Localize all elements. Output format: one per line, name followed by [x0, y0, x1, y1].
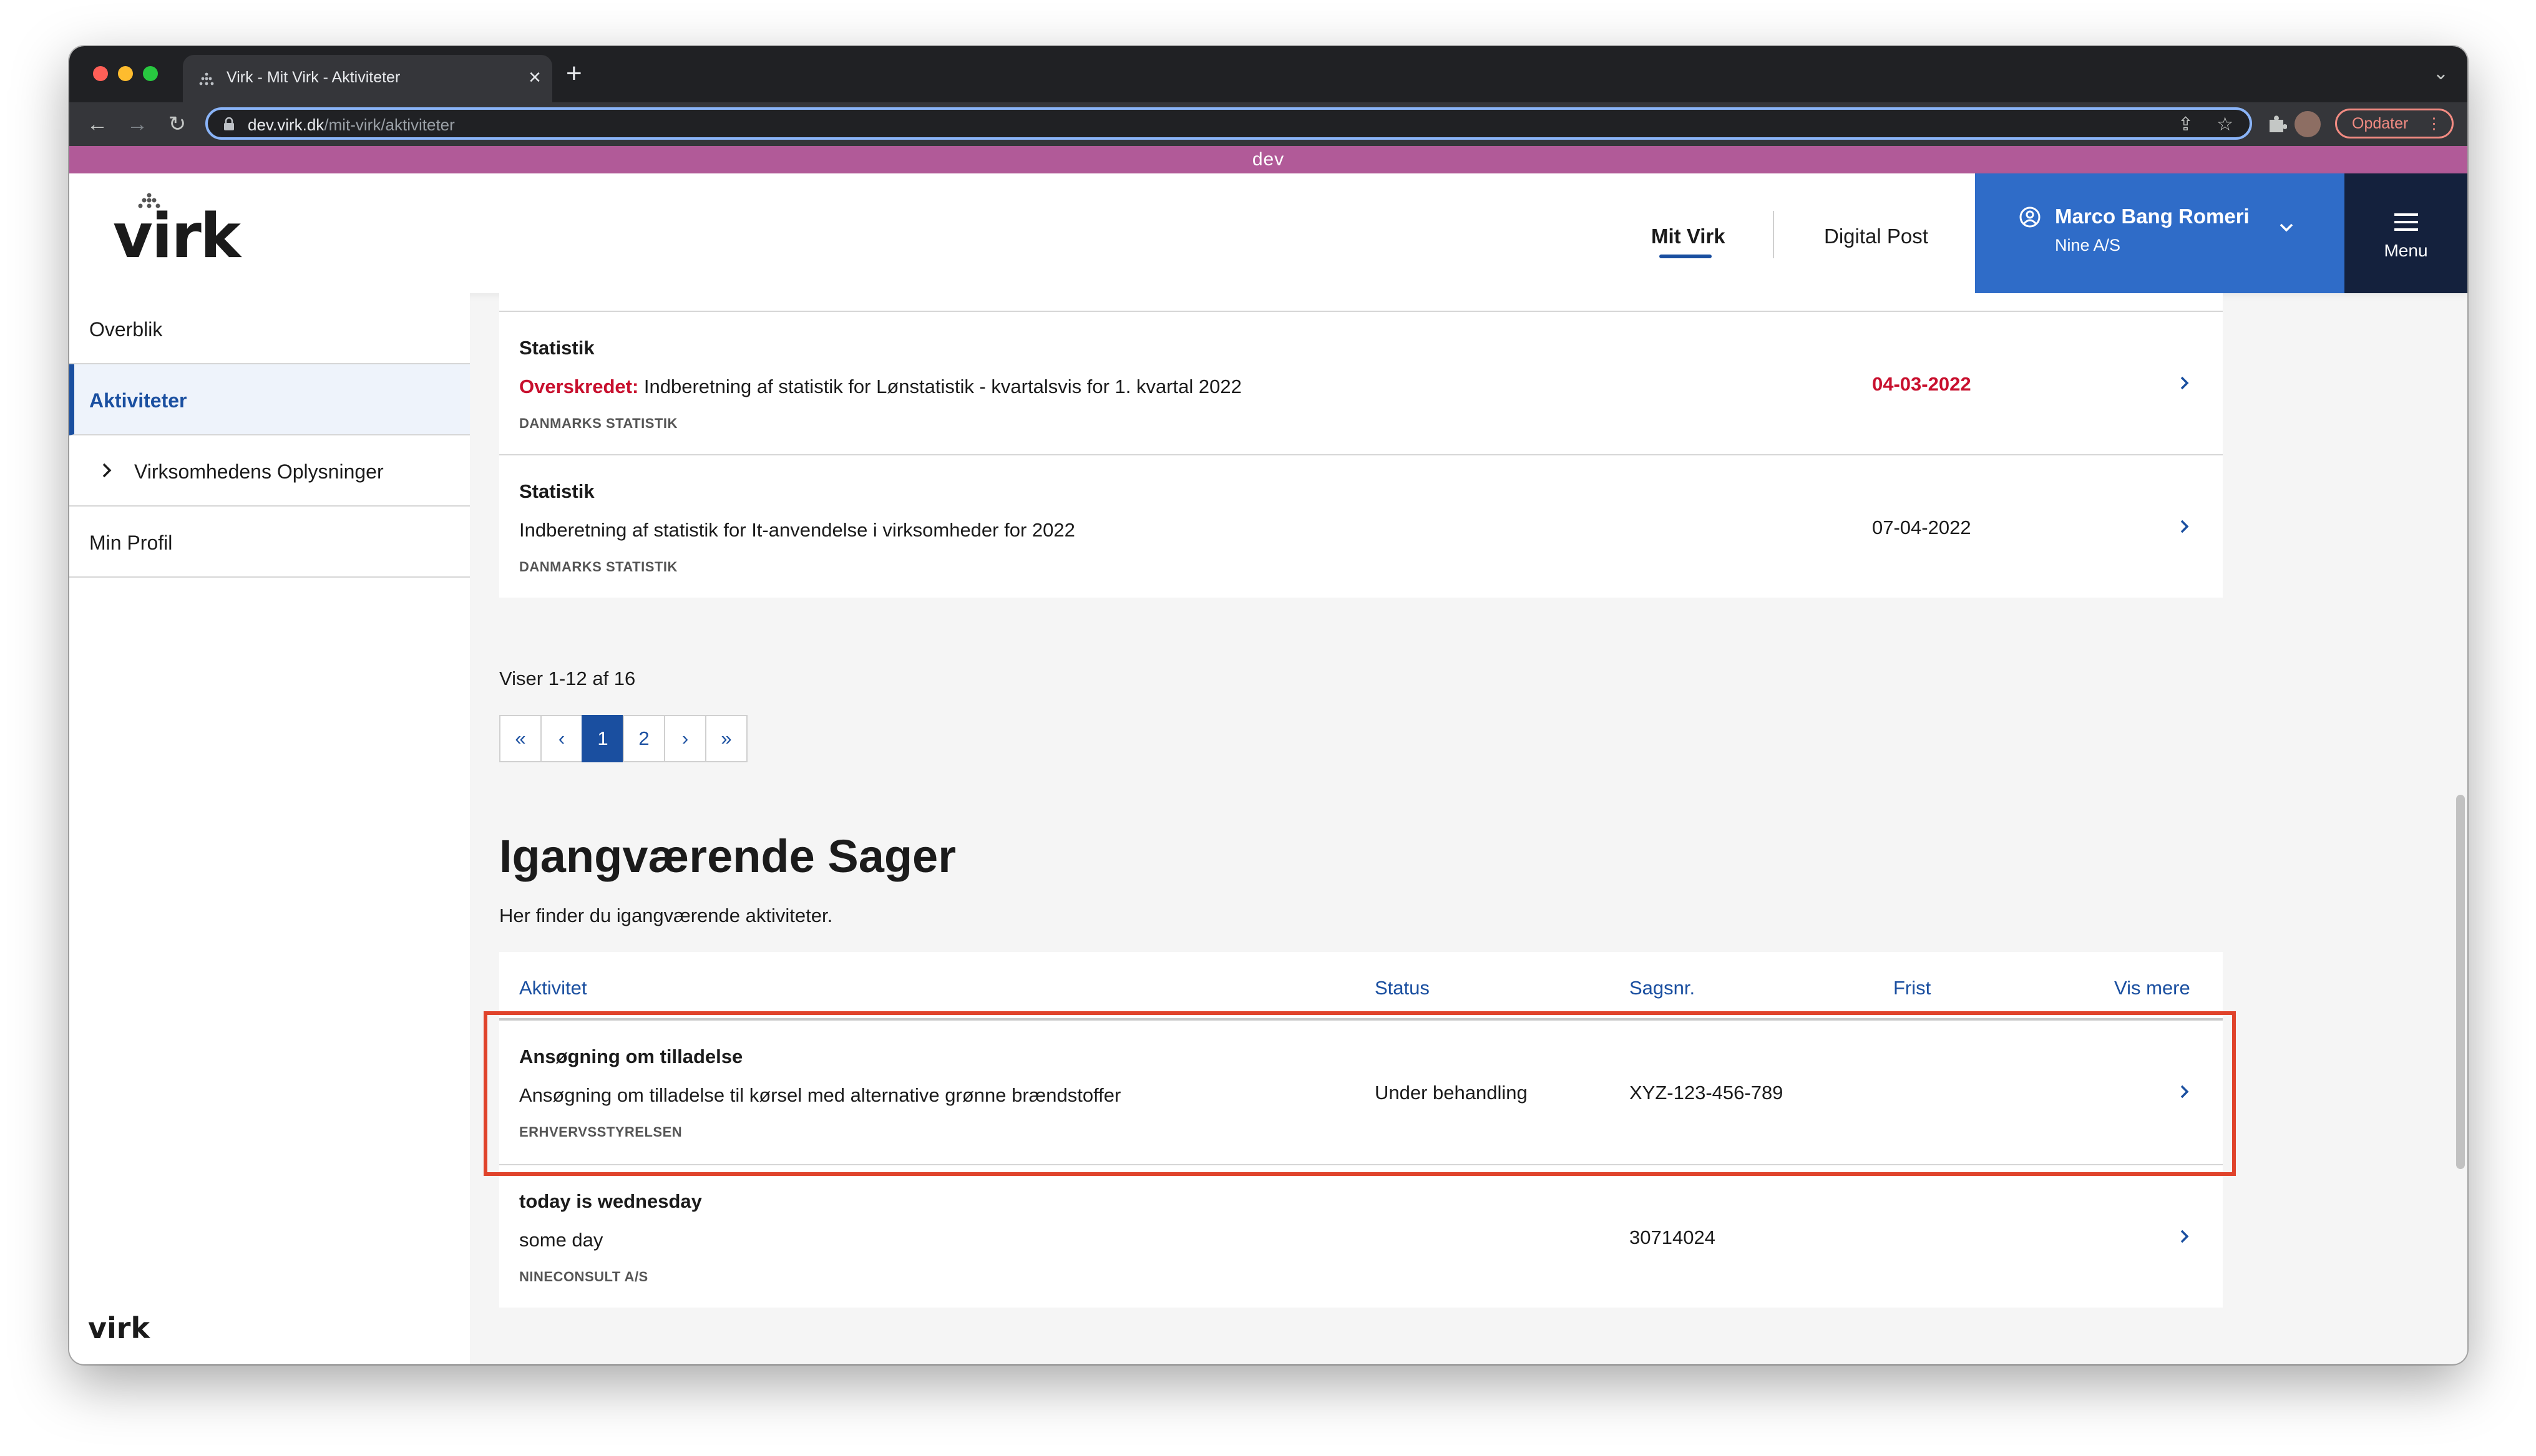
- url-text: dev.virk.dk/mit-virk/aktiviteter: [248, 115, 455, 135]
- sidebar-item-label: Min Profil: [89, 531, 173, 554]
- page-1-button[interactable]: 1: [582, 715, 624, 762]
- activity-list: Statistik Overskredet: Indberetning af s…: [499, 293, 2223, 598]
- sidebar-footer-logo: virk: [88, 1311, 150, 1345]
- sidebar-item-label: Overblik: [89, 318, 163, 341]
- user-circle-icon: [2019, 206, 2041, 228]
- url-path: /mit-virk/aktiviteter: [324, 115, 455, 134]
- main-content: Statistik Overskredet: Indberetning af s…: [470, 293, 2467, 1364]
- virk-favicon-icon: [199, 72, 214, 85]
- tab-close-icon[interactable]: ×: [529, 65, 541, 90]
- new-tab-button[interactable]: +: [566, 60, 582, 87]
- environment-banner: dev: [69, 146, 2467, 173]
- browser-toolbar: ← → ↻ dev.virk.dk/mit-virk/aktiviteter ⇪…: [69, 102, 2467, 146]
- sidebar: Overblik Aktiviteter Virksomhedens Oplys…: [69, 293, 470, 1364]
- nav-mit-virk[interactable]: Mit Virk: [1651, 225, 1725, 248]
- chevron-right-icon[interactable]: [2178, 517, 2192, 536]
- first-page-button[interactable]: «: [499, 715, 542, 762]
- activity-category: Statistik: [519, 480, 595, 502]
- column-header-sagsnr[interactable]: Sagsnr.: [1629, 977, 1695, 999]
- chevron-right-icon[interactable]: [2178, 1226, 2192, 1246]
- hamburger-menu-icon: [2394, 213, 2418, 231]
- activity-row[interactable]: Statistik Overskredet: Indberetning af s…: [499, 311, 2223, 454]
- user-company: Nine A/S: [2055, 236, 2121, 255]
- column-header-vis-mere: Vis mere: [2114, 977, 2190, 999]
- activity-authority: DANMARKS STATISTIK: [519, 415, 678, 431]
- tab-title: Virk - Mit Virk - Aktiviteter: [227, 69, 401, 86]
- lock-icon: [224, 117, 234, 130]
- sidebar-item-label: Virksomhedens Oplysninger: [134, 460, 384, 483]
- activity-description: Overskredet: Indberetning af statistik f…: [519, 376, 1242, 398]
- column-header-aktivitet[interactable]: Aktivitet: [519, 977, 587, 999]
- pagination: « ‹ 1 2 › »: [499, 715, 748, 762]
- result-count: Viser 1-12 af 16: [499, 667, 636, 689]
- prev-page-button[interactable]: ‹: [540, 715, 583, 762]
- chevron-right-icon[interactable]: [2178, 373, 2192, 393]
- nav-digital-post[interactable]: Digital Post: [1824, 225, 1928, 248]
- user-name: Marco Bang Romeri: [2055, 205, 2250, 228]
- chevron-right-icon: [102, 463, 112, 478]
- overdue-label: Overskredet:: [519, 376, 639, 397]
- url-host: dev.virk.dk: [248, 115, 324, 134]
- main-menu-button[interactable]: Menu: [2344, 173, 2467, 293]
- sidebar-item-aktiviteter[interactable]: Aktiviteter: [69, 364, 470, 435]
- nav-divider: [1773, 211, 1774, 258]
- highlight-box: [484, 1011, 2236, 1176]
- minimize-window-button[interactable]: [118, 66, 133, 81]
- section-title: Igangværende Sager: [499, 830, 957, 882]
- page-2-button[interactable]: 2: [623, 715, 665, 762]
- close-window-button[interactable]: [93, 66, 108, 81]
- case-description: some day: [519, 1229, 603, 1251]
- tab-strip: Virk - Mit Virk - Aktiviteter × + ⌄: [69, 46, 2467, 102]
- more-vert-icon: ⋮: [2426, 115, 2442, 132]
- column-header-status[interactable]: Status: [1375, 977, 1430, 999]
- back-arrow-icon[interactable]: ←: [84, 111, 110, 137]
- activity-deadline: 04-03-2022: [1872, 373, 1971, 395]
- column-header-frist[interactable]: Frist: [1893, 977, 1931, 999]
- address-bar[interactable]: dev.virk.dk/mit-virk/aktiviteter ⇪ ☆: [205, 107, 2252, 140]
- activity-deadline: 07-04-2022: [1872, 517, 1971, 538]
- extensions-puzzle-icon[interactable]: [2266, 114, 2287, 135]
- case-title: today is wednesday: [519, 1190, 702, 1212]
- logo-text: virk: [113, 201, 241, 272]
- browser-tab[interactable]: Virk - Mit Virk - Aktiviteter ×: [183, 55, 552, 102]
- sidebar-item-virksomhedens-oplysninger[interactable]: Virksomhedens Oplysninger: [69, 435, 470, 507]
- page-scrollbar[interactable]: [2456, 795, 2465, 1169]
- profile-avatar[interactable]: [2295, 111, 2321, 137]
- browser-window: Virk - Mit Virk - Aktiviteter × + ⌄ ← → …: [69, 46, 2467, 1364]
- nav-active-indicator: [1659, 255, 1712, 258]
- bookmark-star-icon[interactable]: ☆: [2217, 114, 2233, 135]
- sidebar-item-label: Aktiviteter: [89, 389, 187, 412]
- activity-authority: DANMARKS STATISTIK: [519, 559, 678, 575]
- footer-logo-text: virk: [88, 1311, 150, 1345]
- section-subtitle: Her finder du igangværende aktiviteter.: [499, 905, 833, 926]
- menu-label: Menu: [2384, 241, 2428, 260]
- case-row[interactable]: today is wednesday some day NINECONSULT …: [499, 1164, 2223, 1308]
- update-button[interactable]: Opdater ⋮: [2335, 109, 2454, 138]
- next-page-button[interactable]: ›: [664, 715, 706, 762]
- case-authority: NINECONSULT A/S: [519, 1269, 648, 1284]
- case-number: 30714024: [1629, 1226, 1715, 1248]
- user-menu-button[interactable]: Marco Bang Romeri Nine A/S: [1975, 173, 2344, 293]
- activity-row[interactable]: Statistik Indberetning af statistik for …: [499, 454, 2223, 598]
- forward-arrow-icon[interactable]: →: [124, 111, 150, 137]
- share-icon[interactable]: ⇪: [2178, 114, 2193, 135]
- sidebar-item-min-profil[interactable]: Min Profil: [69, 507, 470, 578]
- last-page-button[interactable]: »: [705, 715, 748, 762]
- sidebar-item-overblik[interactable]: Overblik: [69, 293, 470, 364]
- chevron-down-icon: [2280, 223, 2293, 232]
- reload-icon[interactable]: ↻: [164, 111, 190, 137]
- site-header: virk Mit Virk Digital Post Marco Bang Ro…: [69, 173, 2467, 293]
- activity-category: Statistik: [519, 337, 595, 359]
- tab-search-chevron-icon[interactable]: ⌄: [2433, 62, 2449, 84]
- activity-description: Indberetning af statistik for It-anvende…: [519, 519, 1075, 541]
- cases-table-header: Aktivitet Status Sagsnr. Frist Vis mere: [499, 952, 2223, 1021]
- update-label: Opdater: [2352, 115, 2409, 132]
- zoom-window-button[interactable]: [143, 66, 158, 81]
- activity-description-text: Indberetning af statistik for Lønstatist…: [638, 376, 1242, 397]
